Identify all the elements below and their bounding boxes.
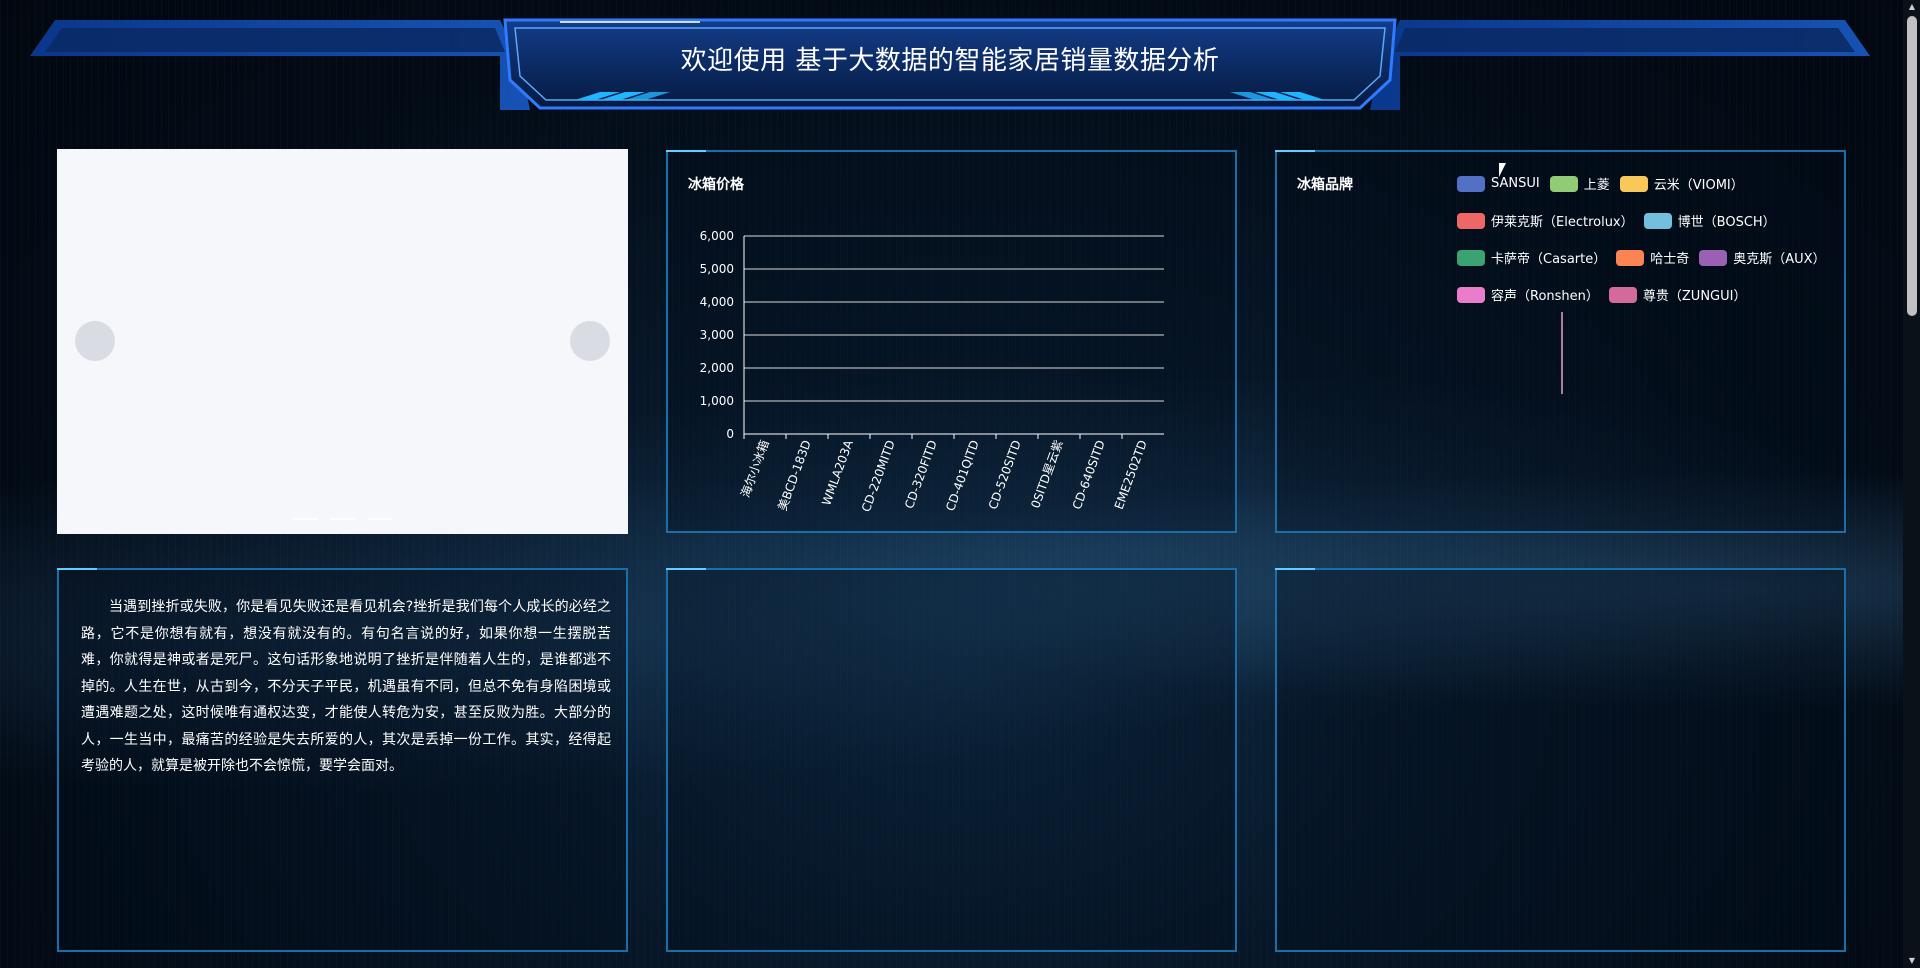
carousel-indicator[interactable] xyxy=(329,518,356,520)
legend-swatch xyxy=(1643,212,1672,229)
price-chart-panel: 冰箱价格 0 1,000 2,000 3,000 4,000 5,000 6,000 海尔小冰… xyxy=(666,150,1237,533)
carousel-next-button[interactable] xyxy=(570,321,610,361)
legend-item[interactable]: SANSUI xyxy=(1457,174,1540,193)
x-tick-label-group: 0SITD星云紫 xyxy=(1028,438,1066,510)
brand-chart-title: 冰箱品牌 xyxy=(1297,177,1353,193)
legend-label: SANSUI xyxy=(1491,176,1540,191)
pie-slice-line xyxy=(1561,312,1563,394)
x-tick-label-group: CD-520SITD xyxy=(986,438,1024,511)
x-tick-label-group: 海尔小冰箱 xyxy=(737,438,772,500)
legend-label: 博世（BOSCH） xyxy=(1677,215,1776,230)
y-tick-label: 5,000 xyxy=(700,262,734,276)
legend-item[interactable]: 奥克斯（AUX） xyxy=(1699,248,1826,267)
legend-item[interactable]: 尊贵（ZUNGUI） xyxy=(1608,285,1747,304)
carousel-indicator[interactable] xyxy=(292,518,319,520)
empty-chart-panel-2 xyxy=(1275,568,1846,952)
header-banner: 欢迎使用 基于大数据的智能家居销量数据分析 xyxy=(0,0,1920,120)
legend-label: 奥克斯（AUX） xyxy=(1733,252,1826,267)
legend-label: 上菱 xyxy=(1583,178,1610,193)
x-tick-label: CD-320FITD xyxy=(902,438,940,510)
x-tick-label: CD-220MITD xyxy=(859,438,898,514)
legend-label: 云米（VIOMI） xyxy=(1653,178,1744,193)
price-bar-chart: 0 1,000 2,000 3,000 4,000 5,000 6,000 海尔小冰箱 美BCD… xyxy=(700,229,1164,514)
legend-item[interactable]: 哈士奇 xyxy=(1616,248,1689,267)
x-tick-label-group: CD-401QITD xyxy=(943,438,982,513)
legend-swatch xyxy=(1619,175,1648,192)
x-tick-label: 美BCD-183D xyxy=(775,438,814,512)
legend-swatch xyxy=(1457,212,1485,229)
legend-label: 容声（Ronshen） xyxy=(1491,289,1599,304)
carousel-indicators xyxy=(57,505,628,524)
x-tick-label: CD-640SITD xyxy=(1070,438,1108,511)
carousel-indicator[interactable] xyxy=(366,518,393,520)
legend-label: 尊贵（ZUNGUI） xyxy=(1642,289,1747,304)
legend-item[interactable]: 容声（Ronshen） xyxy=(1457,285,1599,304)
y-tick-label: 1,000 xyxy=(700,394,734,408)
brand-chart-panel: 冰箱品牌 SANSUI 上菱 云米（VIOMI） 伊莱克斯（Electrolux） 博世… xyxy=(1275,150,1846,533)
legend-item[interactable]: 云米（VIOMI） xyxy=(1619,174,1744,193)
x-tick-label-group: CD-220MITD xyxy=(859,438,898,514)
legend-item[interactable]: 卡萨帝（Casarte） xyxy=(1457,248,1606,267)
x-tick-label: 0SITD星云紫 xyxy=(1028,438,1066,510)
x-tick-label: 海尔小冰箱 xyxy=(737,438,772,500)
legend-swatch xyxy=(1457,249,1485,266)
y-tick-label: 4,000 xyxy=(700,295,734,309)
scroll-up-arrow-icon[interactable]: ▲ xyxy=(1907,2,1917,12)
x-tick-label: EME2502TD xyxy=(1112,438,1150,511)
y-tick-label: 6,000 xyxy=(700,229,734,243)
empty-chart-panel-1 xyxy=(666,568,1237,952)
legend-swatch xyxy=(1457,175,1485,192)
x-tick-label-group: CD-640SITD xyxy=(1070,438,1108,511)
x-tick-label: WMLA203A xyxy=(819,438,856,508)
article-text: 当遇到挫折或失败，你是看见失败还是看见机会?挫折是我们每个人成长的必经之路，它不… xyxy=(81,599,611,774)
legend-swatch xyxy=(1608,286,1637,303)
brand-legend: SANSUI 上菱 云米（VIOMI） 伊莱克斯（Electrolux） 博世（BOSC… xyxy=(1457,174,1837,322)
page-scrollbar[interactable]: ▲ ▼ xyxy=(1903,0,1920,968)
x-tick-label-group: 美BCD-183D xyxy=(775,438,814,512)
x-tick-label-group: CD-320FITD xyxy=(902,438,940,510)
y-tick-label: 0 xyxy=(726,427,734,441)
carousel-prev-button[interactable] xyxy=(75,321,115,361)
y-tick-label: 2,000 xyxy=(700,361,734,375)
scrollbar-thumb[interactable] xyxy=(1907,16,1917,316)
x-tick-label: CD-520SITD xyxy=(986,438,1024,511)
legend-label: 伊莱克斯（Electrolux） xyxy=(1491,215,1634,230)
legend-swatch xyxy=(1616,249,1645,266)
x-tick-label: CD-401QITD xyxy=(943,438,982,513)
legend-item[interactable]: 伊莱克斯（Electrolux） xyxy=(1457,211,1634,230)
image-carousel[interactable] xyxy=(57,149,628,534)
legend-swatch xyxy=(1457,286,1485,303)
legend-item[interactable]: 上菱 xyxy=(1549,174,1610,193)
text-panel: 当遇到挫折或失败，你是看见失败还是看见机会?挫折是我们每个人成长的必经之路，它不… xyxy=(57,568,628,952)
scroll-down-arrow-icon[interactable]: ▼ xyxy=(1907,956,1917,966)
x-tick-label-group: WMLA203A xyxy=(819,438,856,508)
legend-label: 卡萨帝（Casarte） xyxy=(1491,252,1607,267)
legend-swatch xyxy=(1549,175,1578,192)
legend-item[interactable]: 博世（BOSCH） xyxy=(1643,211,1776,230)
x-tick-label-group: EME2502TD xyxy=(1112,438,1150,511)
y-tick-label: 3,000 xyxy=(700,328,734,342)
page-title: 欢迎使用 基于大数据的智能家居销量数据分析 xyxy=(680,46,1220,76)
legend-swatch xyxy=(1699,249,1728,266)
legend-label: 哈士奇 xyxy=(1650,252,1690,267)
